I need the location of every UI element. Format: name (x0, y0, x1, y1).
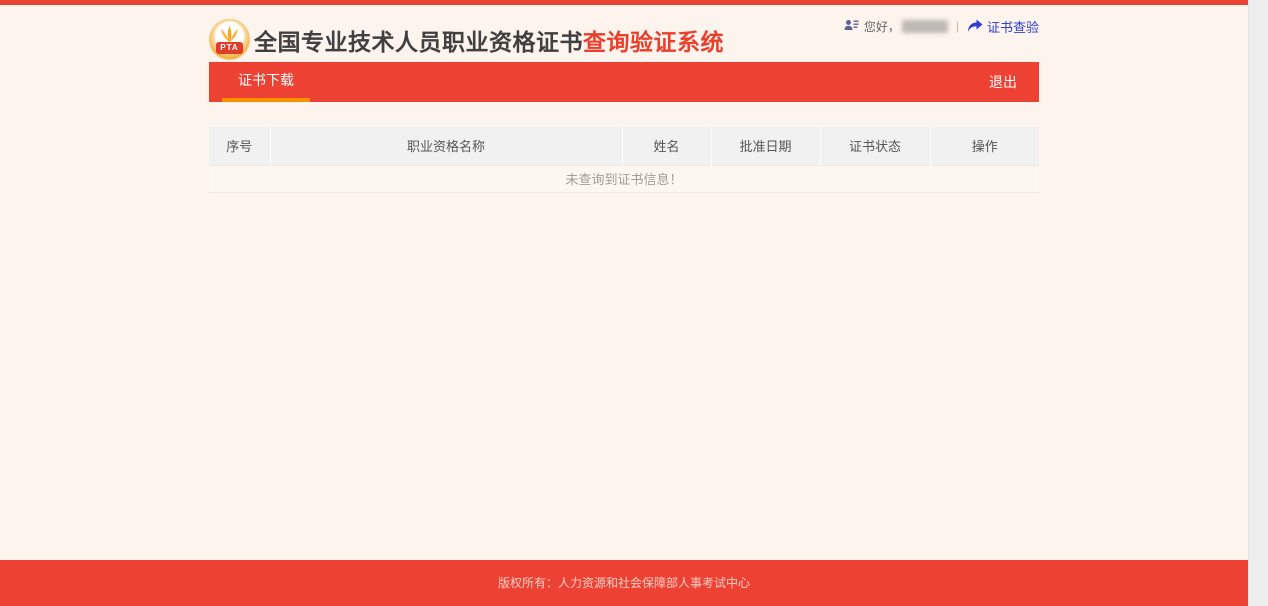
footer: 版权所有：人力资源和社会保障部人事考试中心 (0, 560, 1248, 606)
brand: PTA 全国专业技术人员职业资格证书查询验证系统 (209, 19, 724, 60)
col-header-qualification-name: 职业资格名称 (270, 127, 623, 165)
title-accent: 查询验证系统 (583, 28, 724, 55)
table-header-row: 序号 职业资格名称 姓名 批准日期 证书状态 操作 (209, 127, 1039, 165)
col-header-index: 序号 (209, 127, 271, 165)
logout-button[interactable]: 退出 (967, 62, 1039, 102)
copyright-text: 版权所有：人力资源和社会保障部人事考试中心 (497, 576, 750, 590)
user-icon (844, 19, 859, 33)
title-main: 全国专业技术人员职业资格证书 (254, 28, 583, 55)
separator: | (955, 19, 959, 33)
tab-label: 证书下载 (238, 72, 294, 88)
col-header-name: 姓名 (622, 127, 712, 165)
logo-pta-text: PTA (216, 42, 243, 54)
forward-arrow-icon (967, 19, 983, 33)
page-title: 全国专业技术人员职业资格证书查询验证系统 (254, 23, 724, 57)
user-bar: 您好， | 证书查验 (844, 17, 1039, 35)
col-header-operation: 操作 (930, 127, 1039, 165)
username-redacted (901, 19, 948, 33)
empty-state-message: 未查询到证书信息！ (209, 164, 1039, 193)
col-header-certificate-status: 证书状态 (820, 127, 931, 165)
certificate-table-wrap: 序号 职业资格名称 姓名 批准日期 证书状态 操作 未查询到证书信息！ (209, 127, 1039, 193)
header: PTA 全国专业技术人员职业资格证书查询验证系统 您好， | 证书查验 (209, 5, 1039, 62)
col-header-approval-date: 批准日期 (711, 127, 821, 165)
greeting-text: 您好， (863, 19, 900, 34)
tab-certificate-download[interactable]: 证书下载 (222, 62, 310, 102)
verify-link-label: 证书查验 (986, 19, 1039, 35)
certificate-verify-link[interactable]: 证书查验 (967, 17, 1039, 36)
empty-state-row: 未查询到证书信息！ (209, 164, 1039, 193)
main-nav: 证书下载 退出 (209, 62, 1039, 102)
pta-logo-icon: PTA (209, 19, 250, 60)
page: PTA 全国专业技术人员职业资格证书查询验证系统 您好， | 证书查验 证书下载… (0, 0, 1248, 606)
certificate-table: 序号 职业资格名称 姓名 批准日期 证书状态 操作 未查询到证书信息！ (209, 127, 1039, 193)
window-gutter (1248, 0, 1268, 606)
active-tab-underline (222, 98, 310, 102)
